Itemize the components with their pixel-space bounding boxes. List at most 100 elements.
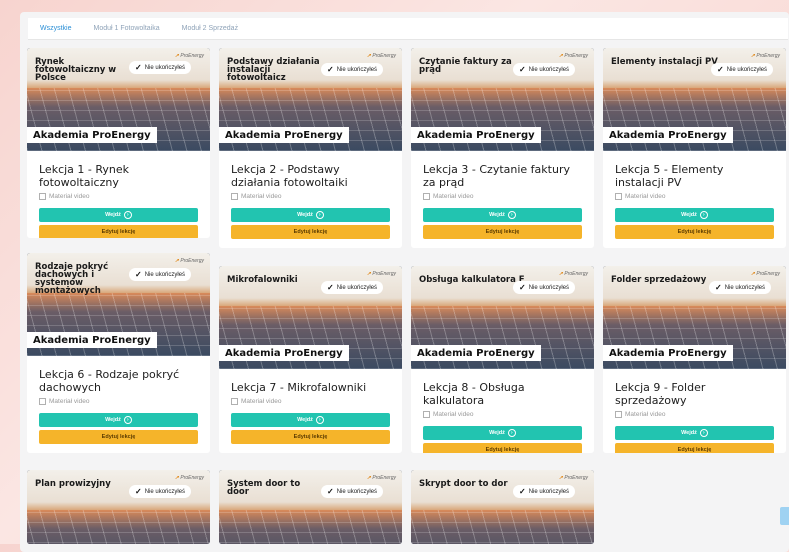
arrow-right-icon: ›	[123, 211, 132, 219]
proenergy-logo: ↗ ProEnergy	[174, 258, 204, 264]
thumbnail-title: Plan prowizyjny	[35, 479, 111, 489]
thumbnail-title: Czytanie faktury za prąd	[419, 57, 512, 75]
lesson-card: System door to door ↗ ProEnergy ✓ Nie uko…	[219, 470, 402, 544]
check-icon: ✓	[519, 283, 526, 292]
edit-lesson-button[interactable]: Edytuj lekcję	[231, 430, 390, 444]
edit-lesson-button[interactable]: Edytuj lekcję	[231, 225, 390, 239]
brand-label: Akademia ProEnergy	[27, 332, 157, 348]
arrow-right-icon: ›	[123, 416, 132, 424]
status-badge: ✓ Nie ukończyłeś	[513, 63, 576, 76]
enter-button[interactable]: Wejdź ›	[231, 413, 390, 427]
lesson-thumbnail[interactable]: Folder sprzedażowy ↗ ProEnergy ✓ Nie ukoń…	[603, 266, 786, 369]
edit-lesson-button[interactable]: Edytuj lekcję	[39, 225, 198, 238]
check-icon: ✓	[717, 65, 724, 74]
thumbnail-title: Elementy instalacji PV	[611, 57, 718, 67]
thumbnail-title: Rodzaje pokryć dachowych i systemów mont…	[35, 262, 109, 296]
checkbox-icon	[423, 193, 430, 200]
lesson-thumbnail[interactable]: Podstawy działania instalacji fotowoltai…	[219, 48, 402, 151]
brand-label: Akademia ProEnergy	[219, 345, 349, 361]
check-icon: ✓	[519, 487, 526, 496]
lesson-thumbnail[interactable]: Czytanie faktury za prąd ↗ ProEnergy ✓ Ni…	[411, 48, 594, 151]
check-icon: ✓	[715, 283, 722, 292]
thumbnail-title: Rynek fotowoltaiczny w Polsce	[35, 57, 117, 83]
proenergy-logo: ↗ ProEnergy	[174, 53, 204, 59]
lesson-title: Lekcja 1 - Rynek fotowoltaiczny	[39, 163, 130, 189]
lesson-title: Lekcja 5 - Elementy instalacji PV	[615, 163, 724, 189]
lesson-card: Skrypt door to dor ↗ ProEnergy ✓ Nie ukoń…	[411, 470, 594, 544]
status-badge: ✓ Nie ukończyłeś	[321, 485, 384, 498]
material-info: Materiał video	[423, 193, 582, 200]
checkbox-icon	[231, 398, 238, 405]
proenergy-logo: ↗ ProEnergy	[366, 53, 396, 59]
proenergy-logo: ↗ ProEnergy	[558, 53, 588, 59]
enter-button[interactable]: Wejdź ›	[423, 426, 582, 440]
lesson-thumbnail[interactable]: Mikrofalowniki ↗ ProEnergy ✓ Nie ukończył…	[219, 266, 402, 369]
checkbox-icon	[39, 193, 46, 200]
check-icon: ✓	[327, 283, 334, 292]
enter-button[interactable]: Wejdź ›	[231, 208, 390, 222]
status-badge: ✓ Nie ukończyłeś	[513, 485, 576, 498]
module-tabs: Wszystkie Moduł 1 Fotowoltaika Moduł 2 S…	[28, 18, 788, 40]
check-icon: ✓	[135, 63, 142, 72]
brand-label: Akademia ProEnergy	[603, 127, 733, 143]
enter-button[interactable]: Wejdź ›	[615, 208, 774, 222]
lesson-thumbnail[interactable]: System door to door ↗ ProEnergy ✓ Nie uko…	[219, 470, 402, 544]
enter-button[interactable]: Wejdź ›	[615, 426, 774, 440]
edit-lesson-button[interactable]: Edytuj lekcję	[615, 225, 774, 239]
lesson-thumbnail[interactable]: Rodzaje pokryć dachowych i systemów mont…	[27, 253, 210, 356]
check-icon: ✓	[519, 65, 526, 74]
lesson-card: Folder sprzedażowy ↗ ProEnergy ✓ Nie ukoń…	[603, 266, 786, 453]
status-badge: ✓ Nie ukończyłeś	[129, 61, 192, 74]
tab-all[interactable]: Wszystkie	[36, 23, 76, 34]
status-badge: ✓ Nie ukończyłeś	[513, 281, 576, 294]
thumbnail-title: Skrypt door to dor	[419, 479, 508, 489]
edit-lesson-button[interactable]: Edytuj lekcję	[423, 225, 582, 239]
proenergy-logo: ↗ ProEnergy	[366, 475, 396, 481]
lesson-title: Lekcja 2 - Podstawy działania fotowoltai…	[231, 163, 348, 189]
scroll-to-top-button[interactable]	[780, 507, 789, 525]
lesson-thumbnail[interactable]: Plan prowizyjny ↗ ProEnergy ✓ Nie ukończy…	[27, 470, 210, 544]
status-badge: ✓ Nie ukończyłeś	[129, 485, 192, 498]
edit-lesson-button[interactable]: Edytuj lekcję	[39, 430, 198, 444]
proenergy-logo: ↗ ProEnergy	[750, 271, 780, 277]
proenergy-logo: ↗ ProEnergy	[558, 475, 588, 481]
checkbox-icon	[615, 193, 622, 200]
status-badge: ✓ Nie ukończyłeś	[321, 281, 384, 294]
proenergy-logo: ↗ ProEnergy	[558, 271, 588, 277]
lesson-thumbnail[interactable]: Skrypt door to dor ↗ ProEnergy ✓ Nie ukoń…	[411, 470, 594, 544]
tab-module-1[interactable]: Moduł 1 Fotowoltaika	[90, 23, 164, 34]
edit-lesson-button[interactable]: Edytuj lekcję	[615, 443, 774, 453]
lesson-thumbnail[interactable]: Rynek fotowoltaiczny w Polsce ↗ ProEnerg…	[27, 48, 210, 151]
proenergy-logo: ↗ ProEnergy	[174, 475, 204, 481]
material-info: Materiał video	[231, 398, 390, 405]
lesson-title: Lekcja 3 - Czytanie faktury za prąd	[423, 163, 570, 189]
brand-label: Akademia ProEnergy	[27, 127, 157, 143]
lesson-card: Czytanie faktury za prąd ↗ ProEnergy ✓ Ni…	[411, 48, 594, 248]
material-info: Materiał video	[615, 193, 774, 200]
tab-module-2[interactable]: Moduł 2 Sprzedaż	[178, 23, 242, 34]
enter-button[interactable]: Wejdź ›	[39, 208, 198, 222]
material-info: Materiał video	[231, 193, 390, 200]
lesson-card: Obsługa kalkulatora F ↗ ProEnergy ✓ Nie u…	[411, 266, 594, 453]
edit-lesson-button[interactable]: Edytuj lekcję	[423, 443, 582, 453]
lesson-card: Rodzaje pokryć dachowych i systemów mont…	[27, 253, 210, 453]
arrow-right-icon: ›	[315, 211, 324, 219]
material-info: Materiał video	[423, 411, 582, 418]
material-info: Materiał video	[39, 193, 198, 200]
lesson-card: Rynek fotowoltaiczny w Polsce ↗ ProEnerg…	[27, 48, 210, 238]
enter-button[interactable]: Wejdź ›	[39, 413, 198, 427]
enter-button[interactable]: Wejdź ›	[423, 208, 582, 222]
lesson-card: Elementy instalacji PV ↗ ProEnergy ✓ Nie …	[603, 48, 786, 248]
checkbox-icon	[231, 193, 238, 200]
lesson-thumbnail[interactable]: Elementy instalacji PV ↗ ProEnergy ✓ Nie …	[603, 48, 786, 151]
arrow-right-icon: ›	[699, 211, 708, 219]
thumbnail-title: Folder sprzedażowy	[611, 275, 707, 285]
status-badge: ✓ Nie ukończyłeś	[711, 63, 774, 76]
check-icon: ✓	[135, 487, 142, 496]
check-icon: ✓	[327, 65, 334, 74]
lesson-thumbnail[interactable]: Obsługa kalkulatora F ↗ ProEnergy ✓ Nie u…	[411, 266, 594, 369]
thumbnail-title: Podstawy działania instalacji fotowoltai…	[227, 57, 320, 83]
brand-label: Akademia ProEnergy	[603, 345, 733, 361]
status-badge: ✓ Nie ukończyłeś	[321, 63, 384, 76]
status-badge: ✓ Nie ukończyłeś	[709, 281, 772, 294]
